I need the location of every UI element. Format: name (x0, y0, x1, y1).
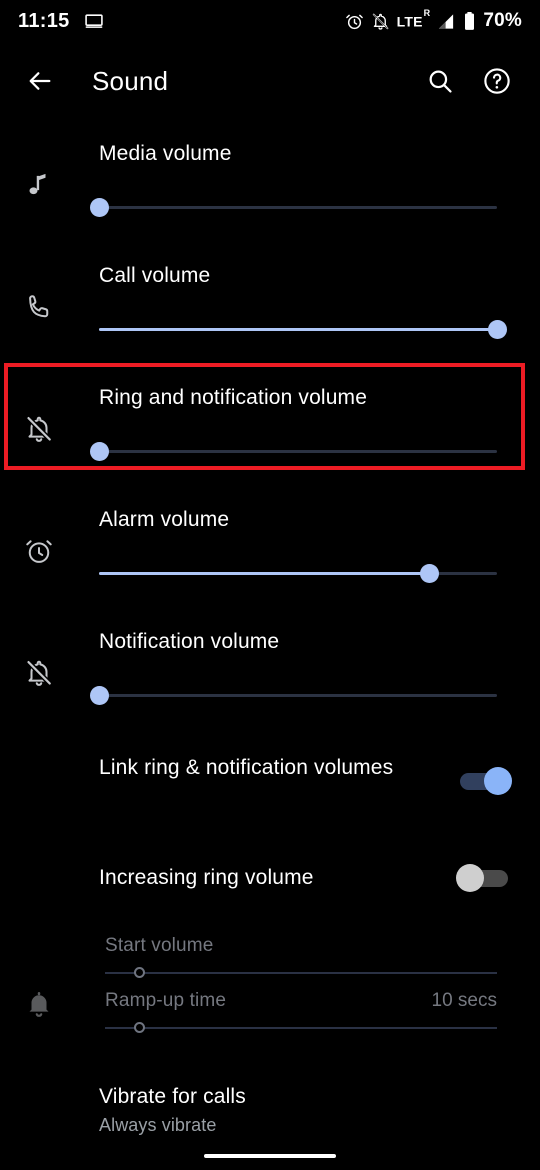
battery-percent-label: 70% (483, 10, 522, 31)
slider-track (99, 694, 497, 697)
switch-label-increasing-ring-volume: Increasing ring volume (99, 866, 314, 889)
page-title: Sound (92, 65, 169, 96)
alarm-icon (345, 12, 364, 31)
slider-track (99, 450, 497, 453)
slider-fill (99, 328, 497, 331)
ramp-up-time-label: Ramp-up time (105, 990, 227, 1011)
volume-label-call: Call volume (99, 264, 211, 287)
signal-icon (436, 12, 456, 31)
battery-icon (463, 11, 476, 31)
gesture-nav-handle[interactable] (204, 1154, 336, 1158)
switch-row-increasing-ring-volume[interactable]: Increasing ring volume (0, 862, 540, 908)
ramp-up-time-value: 10 secs (431, 990, 497, 1011)
vibrate-for-calls-subtitle: Always vibrate (99, 1115, 217, 1135)
volume-slider-notification[interactable] (90, 684, 497, 708)
slider-thumb[interactable] (488, 320, 507, 339)
ramp-up-time-row: Ramp-up time 10 secs (105, 990, 497, 1012)
status-bar-system-icons: LTER 70% (345, 7, 522, 32)
status-bar-clock: 11:15 (18, 9, 70, 32)
start-volume-row: Start volume (105, 935, 497, 957)
bell-ring-icon (22, 987, 56, 1021)
volume-row-notification[interactable]: Notification volume (0, 612, 540, 734)
screen-cast-icon (84, 11, 104, 31)
toggle-link-volumes[interactable] (456, 767, 512, 795)
volume-label-alarm: Alarm volume (99, 508, 230, 531)
volume-row-media[interactable]: Media volume (0, 124, 540, 246)
status-bar: 11:15 LTER 70% (0, 0, 540, 42)
bell-off-icon (22, 656, 56, 690)
slider-thumb (134, 1022, 146, 1033)
app-bar: Sound (0, 48, 540, 114)
slider-thumb[interactable] (90, 686, 109, 705)
volume-slider-alarm[interactable] (99, 562, 497, 586)
volume-row-call[interactable]: Call volume (0, 246, 540, 368)
switch-row-link-volumes[interactable]: Link ring & notification volumes (0, 752, 540, 830)
slider-track (105, 1027, 497, 1029)
volume-slider-call[interactable] (99, 318, 507, 342)
slider-fill (99, 572, 430, 575)
slider-track (99, 206, 497, 209)
vibrate-for-calls-title: Vibrate for calls (99, 1085, 246, 1108)
search-icon[interactable] (426, 67, 454, 95)
volume-row-ring-and-notification[interactable]: Ring and notification volume (0, 368, 540, 490)
toggle-thumb (484, 767, 512, 795)
volume-label-ring-and-notification: Ring and notification volume (99, 386, 368, 409)
ramp-up-time-slider (105, 1020, 497, 1036)
bell-off-icon (22, 412, 56, 446)
back-button[interactable] (12, 67, 68, 95)
phone-screen: 11:15 LTER 70% Sound Media volume Call v… (0, 0, 540, 1170)
slider-thumb[interactable] (90, 198, 109, 217)
volume-label-media: Media volume (99, 142, 232, 165)
back-arrow-icon (26, 67, 54, 95)
app-bar-actions (426, 66, 512, 96)
slider-thumb[interactable] (420, 564, 440, 583)
alarm-clock-icon (22, 534, 56, 568)
music-note-icon (22, 168, 56, 202)
notifications-off-icon (371, 12, 390, 31)
start-volume-slider (105, 965, 497, 981)
volume-slider-media[interactable] (90, 196, 497, 220)
volume-row-alarm[interactable]: Alarm volume (0, 490, 540, 612)
slider-track (105, 972, 497, 974)
volume-slider-ring-and-notification[interactable] (90, 440, 497, 464)
toggle-thumb (456, 864, 484, 892)
switch-label-link-volumes: Link ring & notification volumes (99, 756, 394, 779)
network-type-label: LTER (396, 7, 431, 30)
toggle-increasing-ring-volume[interactable] (456, 864, 512, 892)
help-icon[interactable] (482, 66, 512, 96)
volume-label-notification: Notification volume (99, 630, 280, 653)
phone-icon (22, 290, 56, 324)
status-bar-notification-icons (84, 11, 104, 31)
slider-thumb[interactable] (90, 442, 109, 461)
start-volume-label: Start volume (105, 935, 214, 956)
list-item-vibrate-for-calls[interactable]: Vibrate for calls Always vibrate (0, 1085, 540, 1147)
slider-thumb (134, 967, 146, 978)
increasing-ring-volume-options: Start volume Ramp-up time 10 secs (0, 925, 540, 1050)
